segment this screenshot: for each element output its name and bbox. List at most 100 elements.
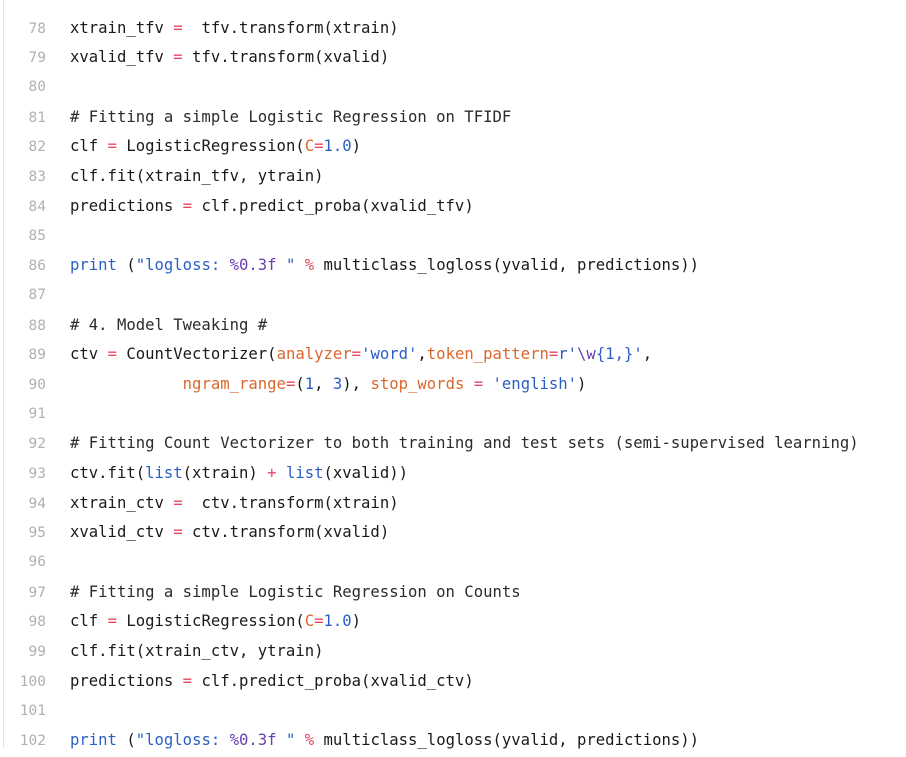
token-plain: ctv.fit( — [70, 464, 146, 482]
code-line[interactable]: 92 # Fitting Count Vectorizer to both tra… — [0, 429, 906, 459]
line-number: 82 — [28, 139, 46, 156]
token-kwarg: analyzer — [276, 345, 352, 364]
code-line-list: 78 xtrain_tfv = tfv.transform(xtrain) 79 xv… — [0, 0, 906, 756]
token-plain: (xtrain) — [182, 464, 268, 482]
token-op: % — [304, 731, 315, 750]
code-cell[interactable]: 78 xtrain_tfv = tfv.transform(xtrain) 79 xv… — [0, 0, 906, 749]
code-line[interactable]: 78 xtrain_tfv = tfv.transform(xtrain) — [0, 14, 906, 44]
code-line[interactable]: 82 clf = LogisticRegression(C=1.0) — [0, 132, 906, 162]
token-op: = — [351, 345, 362, 364]
code-line[interactable]: 83 clf.fit(xtrain_tfv, ytrain) — [0, 162, 906, 192]
code-line-source: predictions = clf.predict_proba(xvalid_t… — [46, 192, 906, 222]
token-op: = — [314, 612, 324, 631]
token-plain: multiclass_logloss(yvalid, predictions)) — [314, 731, 700, 750]
code-line[interactable]: 86 print ("logloss: %0.3f " % multiclass_… — [0, 251, 906, 281]
token-plain: LogisticRegression( — [116, 137, 305, 156]
code-line-source: predictions = clf.predict_proba(xvalid_c… — [46, 667, 906, 697]
code-line[interactable]: 84 predictions = clf.predict_proba(xvalid… — [0, 192, 906, 222]
token-comment: # Fitting a simple Logistic Regression o… — [70, 582, 521, 601]
line-number: 90 — [28, 376, 46, 393]
code-line[interactable]: 95 xvalid_ctv = ctv.transform(xvalid) — [0, 518, 906, 548]
code-line[interactable] — [0, 0, 906, 14]
token-plain: tfv.transform(xtrain) — [182, 18, 399, 37]
code-line[interactable]: 85 — [0, 222, 906, 252]
code-line[interactable]: 99 clf.fit(xtrain_ctv, ytrain) — [0, 637, 906, 667]
token-builtin: list — [145, 464, 183, 482]
code-line-source: clf = LogisticRegression(C=1.0) — [46, 607, 906, 637]
line-number: 88 — [28, 317, 46, 334]
code-line[interactable]: 91 — [0, 400, 906, 430]
line-number: 91 — [28, 405, 46, 422]
token-op: = — [173, 18, 183, 37]
token-esc: %0.3f — [229, 256, 277, 275]
code-line[interactable]: 88 # 4. Model Tweaking # — [0, 311, 906, 341]
line-number: 101 — [19, 702, 46, 719]
line-number: 85 — [28, 227, 46, 244]
token-esc: \w — [577, 345, 596, 364]
code-line[interactable]: 93 ctv.fit(list(xtrain) + list(xvalid)) — [0, 459, 906, 489]
line-number: 92 — [28, 436, 46, 453]
line-number: 94 — [28, 495, 46, 512]
token-plain: predictions — [70, 671, 183, 690]
token-op: = — [107, 612, 117, 631]
token-kwarg: token_pattern — [426, 345, 549, 364]
line-number: 81 — [28, 109, 46, 126]
token-plain: , — [417, 345, 427, 364]
line-number: 102 — [19, 733, 46, 750]
code-line[interactable]: 100 predictions = clf.predict_proba(xvali… — [0, 667, 906, 697]
token-plain: clf.fit(xtrain_tfv, ytrain) — [70, 167, 324, 186]
code-line[interactable]: 97 # Fitting a simple Logistic Regression… — [0, 578, 906, 608]
code-line[interactable]: 98 clf = LogisticRegression(C=1.0) — [0, 607, 906, 637]
token-plain: ( — [295, 374, 305, 393]
code-line[interactable]: 101 — [0, 697, 906, 727]
code-line-source: ctv.fit(list(xtrain) + list(xvalid)) — [46, 459, 906, 489]
token-builtin: list — [285, 464, 324, 482]
code-line[interactable]: 94 xtrain_ctv = ctv.transform(xtrain) — [0, 489, 906, 519]
token-op: % — [304, 256, 315, 275]
line-number: 80 — [28, 79, 46, 96]
line-number: 95 — [28, 525, 46, 542]
token-kwarg: C — [304, 612, 315, 631]
token-plain: CountVectorizer( — [116, 345, 277, 364]
token-string: " — [276, 256, 296, 275]
token-string: 'word' — [361, 345, 418, 364]
token-comment: # Fitting a simple Logistic Regression o… — [70, 107, 512, 126]
token-op: = — [173, 48, 183, 67]
token-op: = — [173, 493, 183, 512]
token-esc: %0.3f — [229, 731, 277, 750]
token-plain: ( — [116, 731, 136, 750]
token-op: = — [182, 671, 193, 690]
code-line[interactable]: 79 xvalid_tfv = tfv.transform(xvalid) — [0, 43, 906, 73]
line-number: 87 — [28, 286, 46, 303]
token-op: = — [107, 137, 117, 156]
line-number: 93 — [28, 466, 46, 482]
token-plain: clf — [70, 612, 108, 631]
token-string: "logloss: — [135, 256, 230, 275]
token-plain: tfv.transform(xvalid) — [182, 48, 390, 67]
token-string: 'english' — [492, 374, 578, 393]
token-plain: clf.predict_proba(xvalid_ctv) — [192, 671, 474, 690]
token-string: {1,}' — [595, 345, 643, 364]
token-plain: predictions — [70, 196, 183, 215]
token-comment: # Fitting Count Vectorizer to both train… — [70, 434, 859, 453]
line-number: 96 — [28, 554, 46, 571]
code-line[interactable]: 81 # Fitting a simple Logistic Regression… — [0, 103, 906, 133]
code-line[interactable]: 87 — [0, 281, 906, 311]
code-line[interactable]: 90 ngram_range=(1, 3), stop_words = 'eng… — [0, 370, 906, 400]
code-line[interactable]: 89 ctv = CountVectorizer(analyzer='word',… — [0, 340, 906, 370]
token-string: " — [276, 731, 296, 750]
token-op: = — [107, 345, 117, 364]
code-line[interactable]: 102 print ("logloss: %0.3f " % multiclass… — [0, 726, 906, 756]
code-line[interactable]: 96 — [0, 548, 906, 578]
token-plain: , — [642, 345, 653, 364]
line-number: 89 — [28, 347, 46, 364]
code-line-source: clf.fit(xtrain_tfv, ytrain) — [46, 162, 906, 192]
token-plain: ( — [116, 256, 136, 275]
code-line[interactable]: 80 — [0, 73, 906, 103]
line-number: 79 — [28, 50, 46, 67]
